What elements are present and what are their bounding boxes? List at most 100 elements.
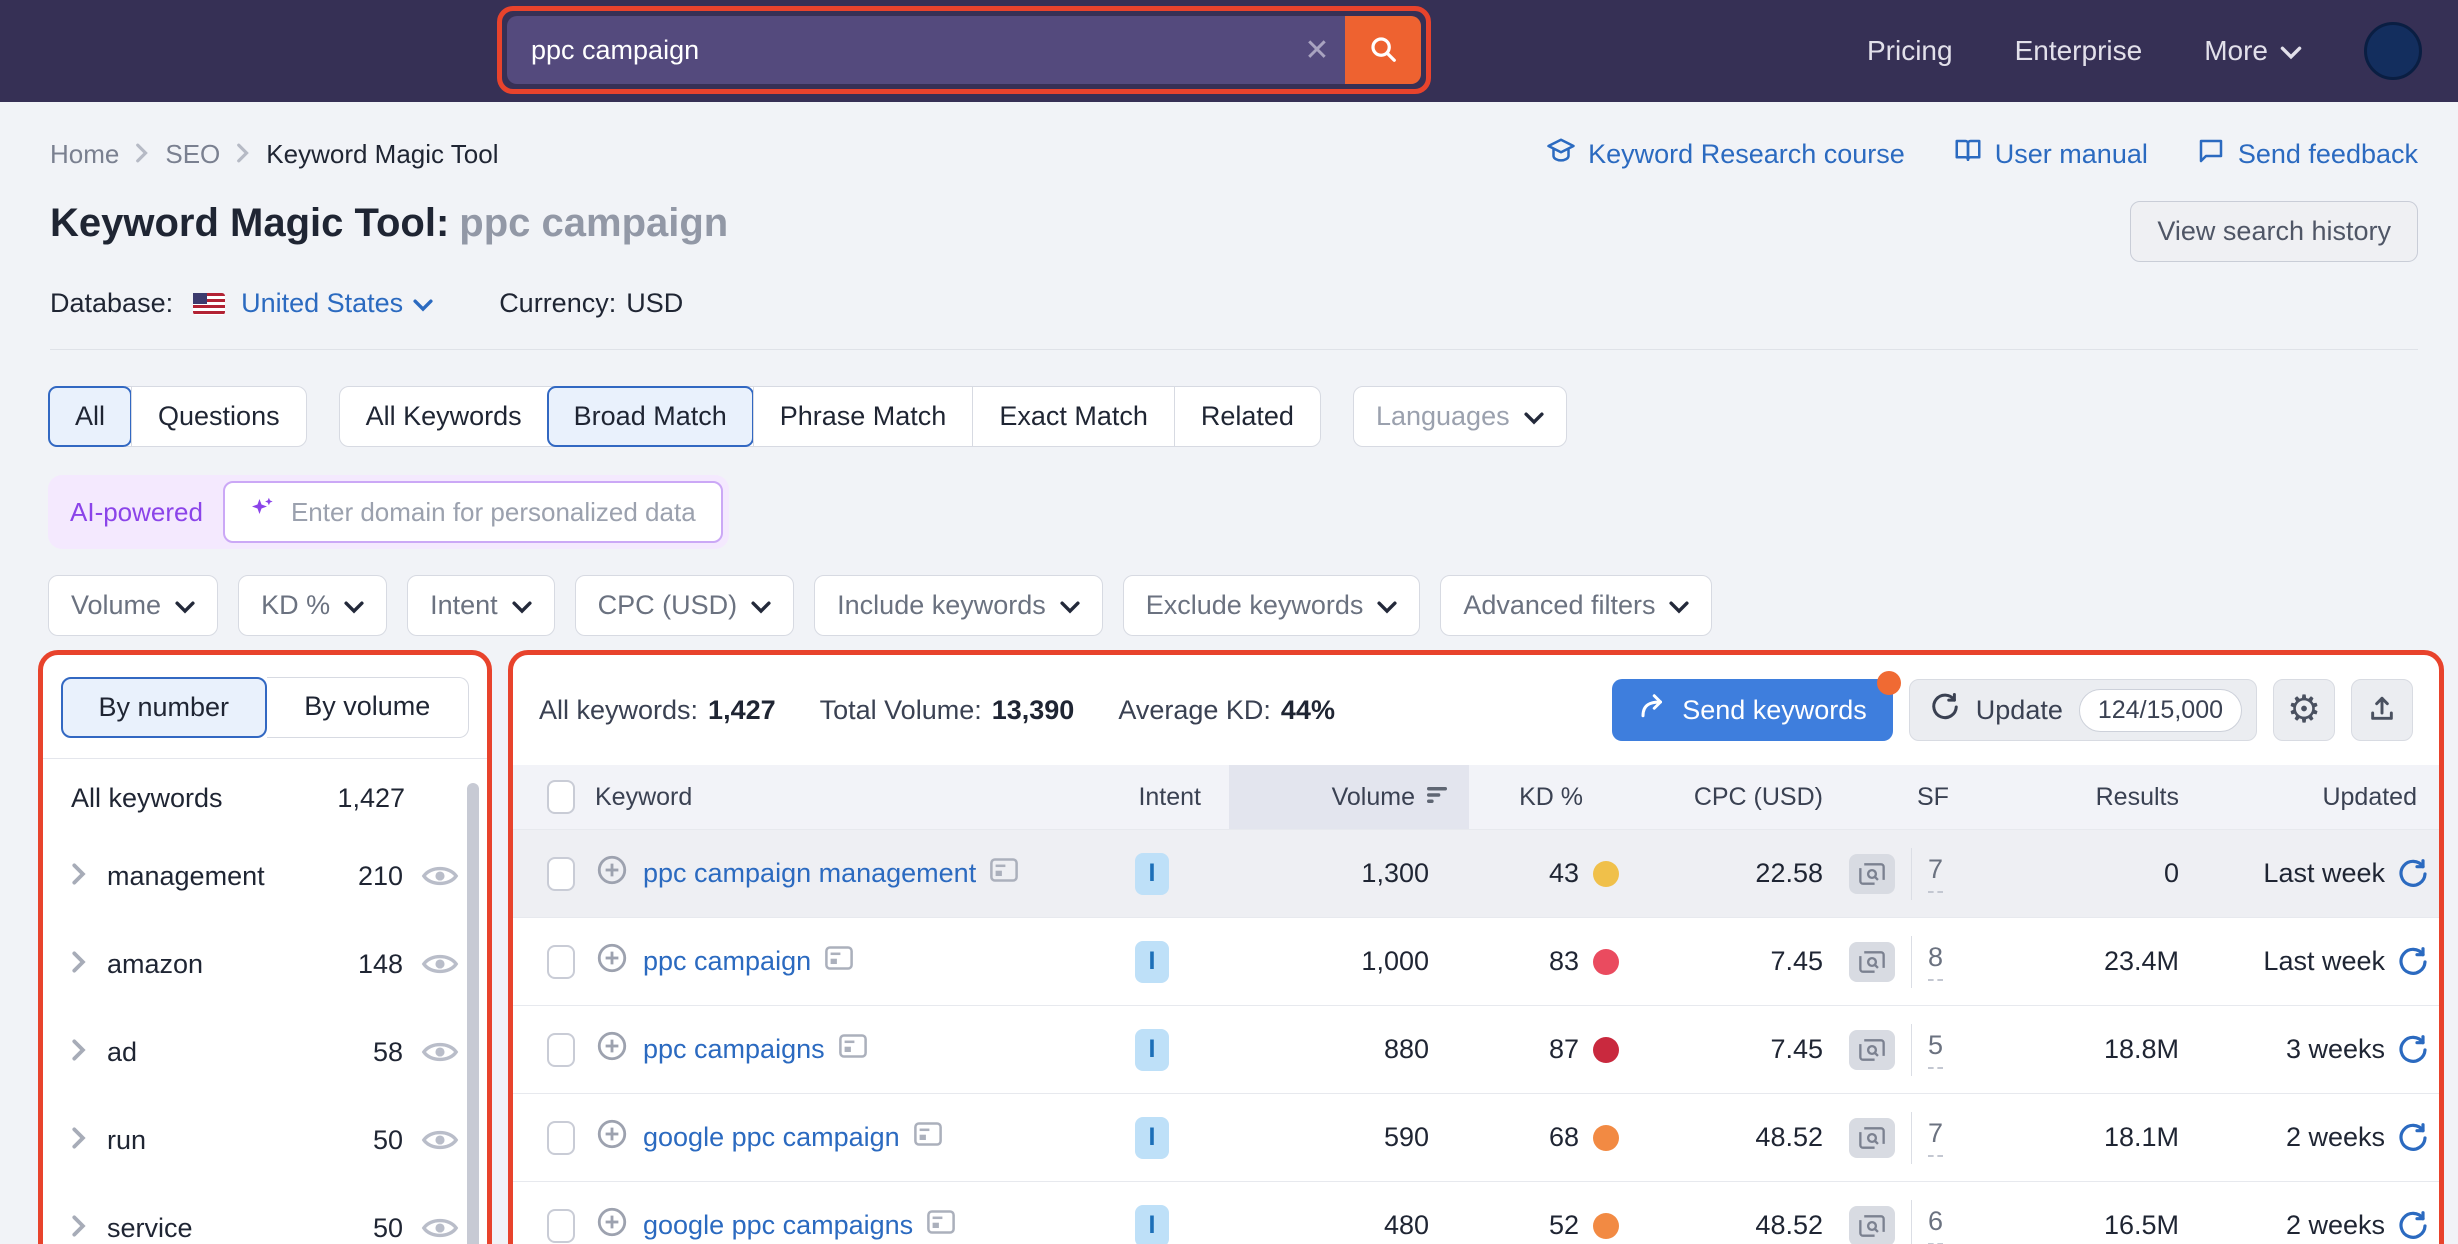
row-checkbox[interactable] — [547, 945, 575, 979]
ai-powered-pill: AI-powered — [48, 475, 729, 549]
keyword-link[interactable]: ppc campaign management — [643, 858, 976, 889]
tab-exact-match[interactable]: Exact Match — [972, 387, 1174, 446]
toggle-by-volume[interactable]: By volume — [267, 677, 470, 738]
serp-preview-icon[interactable] — [1849, 1118, 1895, 1158]
tab-broad-match[interactable]: Broad Match — [547, 386, 754, 447]
send-keywords-button[interactable]: Send keywords — [1612, 679, 1893, 741]
user-manual-link[interactable]: User manual — [1953, 136, 2148, 173]
row-checkbox[interactable] — [547, 1121, 575, 1155]
keyword-link[interactable]: ppc campaign — [643, 946, 811, 977]
nav-more[interactable]: More — [2204, 35, 2302, 67]
tab-group-all-questions: All Questions — [48, 386, 307, 447]
serp-preview-icon[interactable] — [1849, 1030, 1895, 1070]
column-header-volume[interactable]: Volume — [1229, 765, 1469, 829]
domain-input[interactable] — [291, 497, 699, 528]
sidebar-item-run[interactable]: run 50 — [61, 1096, 469, 1184]
search-button[interactable] — [1345, 16, 1421, 84]
send-keywords-label: Send keywords — [1682, 695, 1867, 726]
sidebar-scrollbar[interactable] — [467, 783, 479, 1244]
select-all-checkbox[interactable] — [547, 780, 575, 814]
tab-questions[interactable]: Questions — [131, 387, 306, 446]
kd-dot — [1593, 1213, 1619, 1239]
sf-value[interactable]: 7 — [1928, 854, 1943, 893]
settings-button[interactable]: ⚙ — [2273, 679, 2335, 741]
refresh-metrics-icon[interactable] — [2397, 858, 2429, 890]
add-keyword-icon[interactable] — [595, 1117, 629, 1158]
serp-preview-icon[interactable] — [1849, 942, 1895, 982]
filter-include-keywords[interactable]: Include keywords — [814, 575, 1103, 636]
breadcrumb-home[interactable]: Home — [50, 139, 119, 170]
nav-pricing[interactable]: Pricing — [1867, 35, 1953, 67]
row-checkbox[interactable] — [547, 1209, 575, 1243]
keyword-research-course-link[interactable]: Keyword Research course — [1546, 136, 1905, 173]
column-header-results[interactable]: Results — [1999, 783, 2189, 812]
add-keyword-icon[interactable] — [595, 1205, 629, 1244]
cell-divider — [1911, 1200, 1912, 1244]
nav-links: Pricing Enterprise More — [1867, 22, 2458, 80]
refresh-metrics-icon[interactable] — [2397, 1210, 2429, 1242]
filter-advanced[interactable]: Advanced filters — [1440, 575, 1712, 636]
tab-all-keywords[interactable]: All Keywords — [340, 387, 548, 446]
clear-search-icon[interactable]: ✕ — [1289, 16, 1345, 84]
group-name: management — [107, 861, 265, 892]
add-keyword-icon[interactable] — [595, 853, 629, 894]
sidebar-item-amazon[interactable]: amazon 148 — [61, 920, 469, 1008]
toggle-by-number[interactable]: By number — [61, 677, 267, 738]
filter-intent[interactable]: Intent — [407, 575, 555, 636]
eye-icon[interactable] — [421, 1038, 459, 1066]
keyword-link[interactable]: google ppc campaign — [643, 1122, 900, 1153]
view-search-history-button[interactable]: View search history — [2130, 201, 2418, 262]
column-header-intent[interactable]: Intent — [1109, 783, 1229, 812]
serp-preview-icon[interactable] — [1849, 854, 1895, 894]
eye-icon[interactable] — [421, 862, 459, 890]
add-keyword-icon[interactable] — [595, 1029, 629, 1070]
keyword-link[interactable]: google ppc campaigns — [643, 1210, 913, 1241]
tab-all[interactable]: All — [48, 386, 132, 447]
nav-enterprise[interactable]: Enterprise — [2015, 35, 2143, 67]
filter-volume[interactable]: Volume — [48, 575, 218, 636]
column-header-sf[interactable]: SF — [1839, 783, 1999, 812]
filter-exclude-keywords[interactable]: Exclude keywords — [1123, 575, 1421, 636]
search-input[interactable] — [507, 16, 1289, 84]
languages-dropdown[interactable]: Languages — [1353, 386, 1567, 447]
eye-icon[interactable] — [421, 1126, 459, 1154]
column-header-kd[interactable]: KD % — [1469, 783, 1639, 812]
chevron-down-icon — [2280, 35, 2302, 67]
sidebar-item-management[interactable]: management 210 — [61, 832, 469, 920]
export-button[interactable] — [2351, 679, 2413, 741]
tab-phrase-match[interactable]: Phrase Match — [753, 387, 973, 446]
export-icon — [2366, 693, 2398, 728]
chevron-right-icon — [236, 139, 250, 170]
update-button[interactable]: Update 124/15,000 — [1909, 679, 2257, 741]
sidebar-item-service[interactable]: service 50 — [61, 1184, 469, 1244]
eye-icon[interactable] — [421, 950, 459, 978]
filter-kd[interactable]: KD % — [238, 575, 387, 636]
eye-icon[interactable] — [421, 1214, 459, 1242]
keyword-link[interactable]: ppc campaigns — [643, 1034, 825, 1065]
column-header-cpc[interactable]: CPC (USD) — [1639, 783, 1839, 812]
sidebar-item-ad[interactable]: ad 58 — [61, 1008, 469, 1096]
sf-value[interactable]: 7 — [1928, 1118, 1943, 1157]
row-checkbox[interactable] — [547, 1033, 575, 1067]
serp-features-icon — [990, 858, 1018, 889]
add-keyword-icon[interactable] — [595, 941, 629, 982]
sidebar-item-all-keywords[interactable]: All keywords 1,427 — [61, 759, 469, 832]
sf-value[interactable]: 8 — [1928, 942, 1943, 981]
column-header-updated[interactable]: Updated — [2189, 783, 2439, 812]
filter-cpc[interactable]: CPC (USD) — [575, 575, 795, 636]
sf-value[interactable]: 6 — [1928, 1206, 1943, 1244]
refresh-metrics-icon[interactable] — [2397, 1034, 2429, 1066]
database-selector[interactable]: United States — [241, 288, 433, 319]
column-header-keyword[interactable]: Keyword — [585, 783, 1109, 812]
avatar[interactable] — [2364, 22, 2422, 80]
sf-value[interactable]: 5 — [1928, 1030, 1943, 1069]
book-icon — [1953, 136, 1983, 173]
sparkles-icon — [247, 494, 277, 531]
row-checkbox[interactable] — [547, 857, 575, 891]
send-feedback-link[interactable]: Send feedback — [2196, 136, 2418, 173]
refresh-metrics-icon[interactable] — [2397, 946, 2429, 978]
breadcrumb-seo[interactable]: SEO — [165, 139, 220, 170]
serp-preview-icon[interactable] — [1849, 1206, 1895, 1244]
tab-related[interactable]: Related — [1174, 387, 1320, 446]
refresh-metrics-icon[interactable] — [2397, 1122, 2429, 1154]
